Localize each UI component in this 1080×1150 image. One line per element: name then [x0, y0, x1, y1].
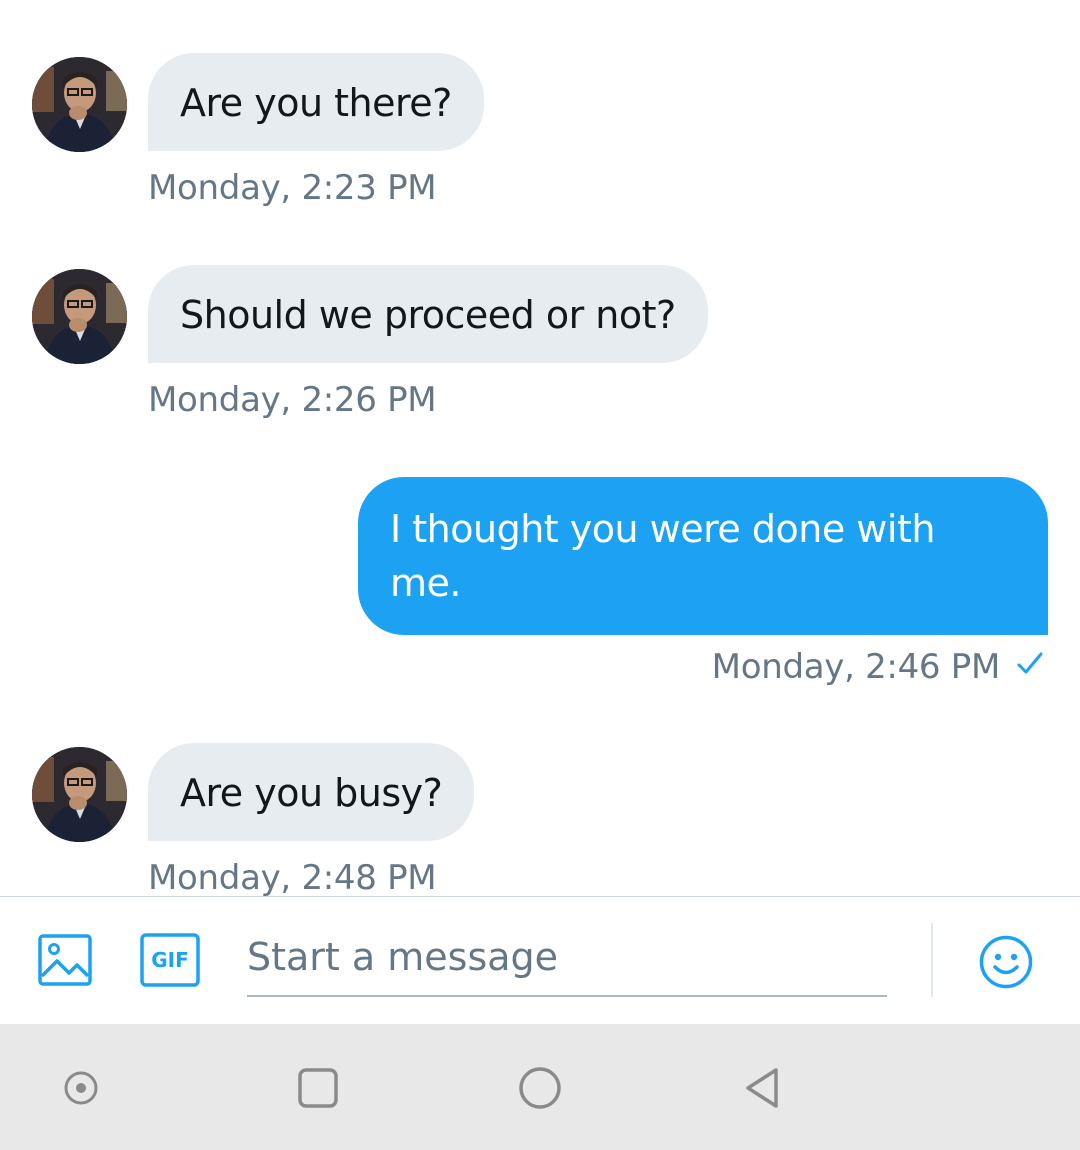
message-text: Are you there? [180, 81, 452, 125]
message-timestamp: Monday, 2:26 PM [148, 380, 437, 420]
incoming-message-bubble[interactable]: Are you busy? [148, 743, 475, 841]
home-circle-icon[interactable] [512, 1060, 568, 1116]
recents-square-icon[interactable] [290, 1060, 346, 1116]
emoji-icon[interactable] [977, 933, 1035, 991]
incoming-message-bubble[interactable]: Are you there? [148, 53, 484, 151]
contact-avatar[interactable] [32, 747, 127, 842]
message-timestamp: Monday, 2:48 PM [148, 858, 437, 896]
message-timestamp-row: Monday, 2:46 PM [712, 646, 1044, 687]
outgoing-message-bubble[interactable]: I thought you were done with me. [358, 477, 1048, 635]
incoming-message-bubble[interactable]: Should we proceed or not? [148, 265, 708, 363]
message-thread[interactable]: Are you there? Monday, 2:23 PM Should we… [0, 0, 1080, 896]
message-timestamp: Monday, 2:23 PM [148, 168, 437, 208]
checkmark-icon [1016, 646, 1044, 687]
system-navigation-bar [0, 1024, 1080, 1150]
gif-button[interactable]: GIF [140, 933, 200, 987]
divider [931, 923, 933, 997]
message-text: Are you busy? [180, 771, 443, 815]
back-triangle-icon[interactable] [734, 1060, 790, 1116]
assistant-dot-icon[interactable] [53, 1060, 109, 1116]
message-text-line: me. [390, 561, 461, 605]
message-composer: GIF [0, 896, 1080, 1025]
contact-avatar[interactable] [32, 269, 127, 364]
gif-icon: GIF [151, 948, 189, 972]
message-timestamp: Monday, 2:46 PM [711, 646, 1001, 687]
message-text-line: I thought you were done with [390, 507, 935, 551]
contact-avatar[interactable] [32, 57, 127, 152]
message-input[interactable] [247, 919, 887, 997]
message-text: Should we proceed or not? [180, 293, 676, 337]
image-icon[interactable] [36, 931, 94, 989]
